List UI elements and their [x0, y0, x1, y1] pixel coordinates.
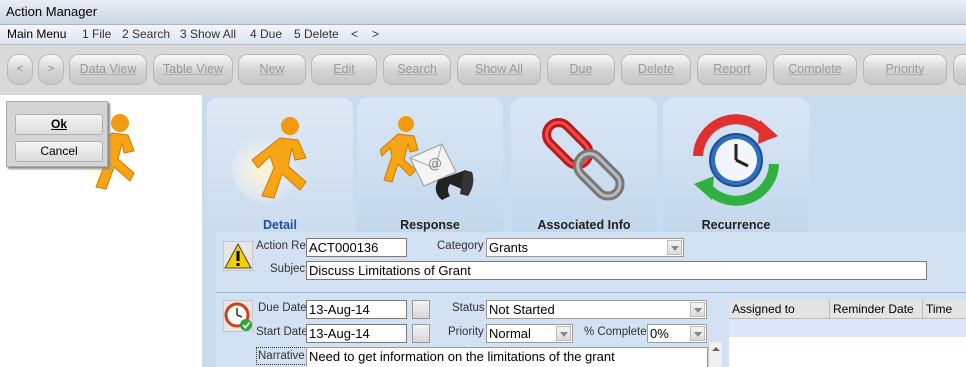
action-ref-field[interactable]: ACT000136: [306, 238, 407, 257]
tab-recurrence[interactable]: Recurrence: [663, 98, 809, 232]
narrative-label: Narrative: [256, 347, 307, 365]
status-value: Not Started: [489, 302, 555, 317]
tab-label: Associated Info: [537, 218, 631, 232]
report-button[interactable]: Report: [697, 54, 767, 85]
complete-button[interactable]: Complete: [773, 54, 857, 85]
calendar-icon[interactable]: [412, 300, 430, 319]
ok-button[interactable]: Ok: [15, 114, 103, 135]
table-view-button[interactable]: Table View: [153, 54, 233, 85]
table-row[interactable]: [729, 319, 966, 337]
action-ref-label: Action Ref: [256, 240, 310, 252]
calendar-icon[interactable]: [412, 324, 430, 343]
new-button[interactable]: New: [238, 54, 306, 85]
due-button[interactable]: Due: [547, 54, 615, 85]
tab-associated-info[interactable]: Associated Info: [511, 98, 657, 232]
subject-field[interactable]: Discuss Limitations of Grant: [306, 261, 927, 280]
column-reminder-date[interactable]: Reminder Date: [830, 299, 923, 319]
status-select[interactable]: Not Started: [486, 300, 707, 319]
complete-value: 0%: [650, 326, 669, 341]
subject-label: Subject: [270, 263, 309, 275]
chain-link-icon: [542, 118, 625, 201]
chevron-down-icon[interactable]: [667, 240, 682, 255]
category-value: Grants: [489, 240, 529, 255]
menu-file[interactable]: 1 File: [82, 27, 111, 41]
menu-search[interactable]: 2 Search: [122, 27, 170, 41]
start-date-field[interactable]: 13-Aug-14: [306, 324, 407, 343]
assignment-grid: Assigned to Reminder Date Time: [729, 299, 966, 367]
priority-value: Normal: [489, 326, 531, 341]
main-panel: Detail @ Response Associated Info Recurr…: [202, 95, 966, 367]
category-select[interactable]: Grants: [486, 238, 684, 257]
menu-delete[interactable]: 5 Delete: [294, 27, 339, 41]
menu-back[interactable]: <: [351, 27, 358, 41]
column-assigned-to[interactable]: Assigned to: [729, 299, 830, 319]
narrative-scrollbar[interactable]: [708, 342, 722, 367]
email-phone-icon: @: [380, 116, 474, 200]
narrative-field[interactable]: Need to get information on the limitatio…: [306, 347, 708, 367]
priority-select[interactable]: Normal: [486, 324, 573, 343]
chevron-down-icon[interactable]: [690, 326, 705, 341]
tab-label: Recurrence: [701, 218, 771, 232]
edit-button[interactable]: Edit: [311, 54, 377, 85]
divider: [216, 292, 966, 293]
priority-label: Priority: [448, 326, 484, 338]
svg-text:@: @: [428, 156, 442, 172]
toolbar: < > Data View Table View New Edit Search…: [0, 45, 966, 95]
category-label: Category: [437, 240, 484, 252]
due-date-field[interactable]: 13-Aug-14: [306, 300, 407, 319]
ok-label: Ok: [50, 117, 67, 131]
status-label: Status: [452, 302, 485, 314]
back-button[interactable]: <: [7, 54, 33, 85]
column-time[interactable]: Time: [923, 299, 966, 319]
search-button[interactable]: Search: [383, 54, 451, 85]
title-bar: Action Manager: [0, 0, 966, 25]
tab-label: Response: [400, 218, 460, 232]
more-button[interactable]: [953, 54, 966, 85]
priority-button[interactable]: Priority: [863, 54, 947, 85]
detail-form: Action Ref ACT000136 Category Grants Sub…: [216, 232, 966, 367]
dialog-box: Ok Cancel: [6, 101, 108, 167]
complete-select[interactable]: 0%: [647, 324, 707, 343]
due-date-label: Due Date: [258, 302, 307, 314]
menu-show-all[interactable]: 3 Show All: [180, 27, 236, 41]
forward-button[interactable]: >: [38, 54, 64, 85]
warning-icon: [223, 241, 253, 271]
menu-due[interactable]: 4 Due: [250, 27, 282, 41]
tab-label: Detail: [262, 218, 298, 232]
data-view-button[interactable]: Data View: [69, 54, 147, 85]
recurrence-clock-icon: [693, 114, 779, 206]
menu-main[interactable]: Main Menu: [7, 27, 66, 41]
menu-bar: Main Menu 1 File 2 Search 3 Show All 4 D…: [0, 25, 966, 45]
menu-forward[interactable]: >: [372, 27, 379, 41]
tab-response[interactable]: @ Response: [357, 98, 503, 232]
chevron-down-icon[interactable]: [556, 326, 571, 341]
delete-button[interactable]: Delete: [621, 54, 691, 85]
start-date-label: Start Date: [256, 326, 308, 338]
show-all-button[interactable]: Show All: [457, 54, 541, 85]
running-man-icon: [232, 117, 308, 204]
chevron-down-icon[interactable]: [690, 302, 705, 317]
window-title: Action Manager: [6, 4, 98, 19]
left-pane: Ok Cancel: [0, 95, 202, 367]
complete-label: % Complete: [584, 326, 647, 338]
cancel-button[interactable]: Cancel: [15, 141, 103, 162]
clock-check-icon: [223, 300, 253, 332]
tab-detail[interactable]: Detail: [207, 98, 353, 232]
